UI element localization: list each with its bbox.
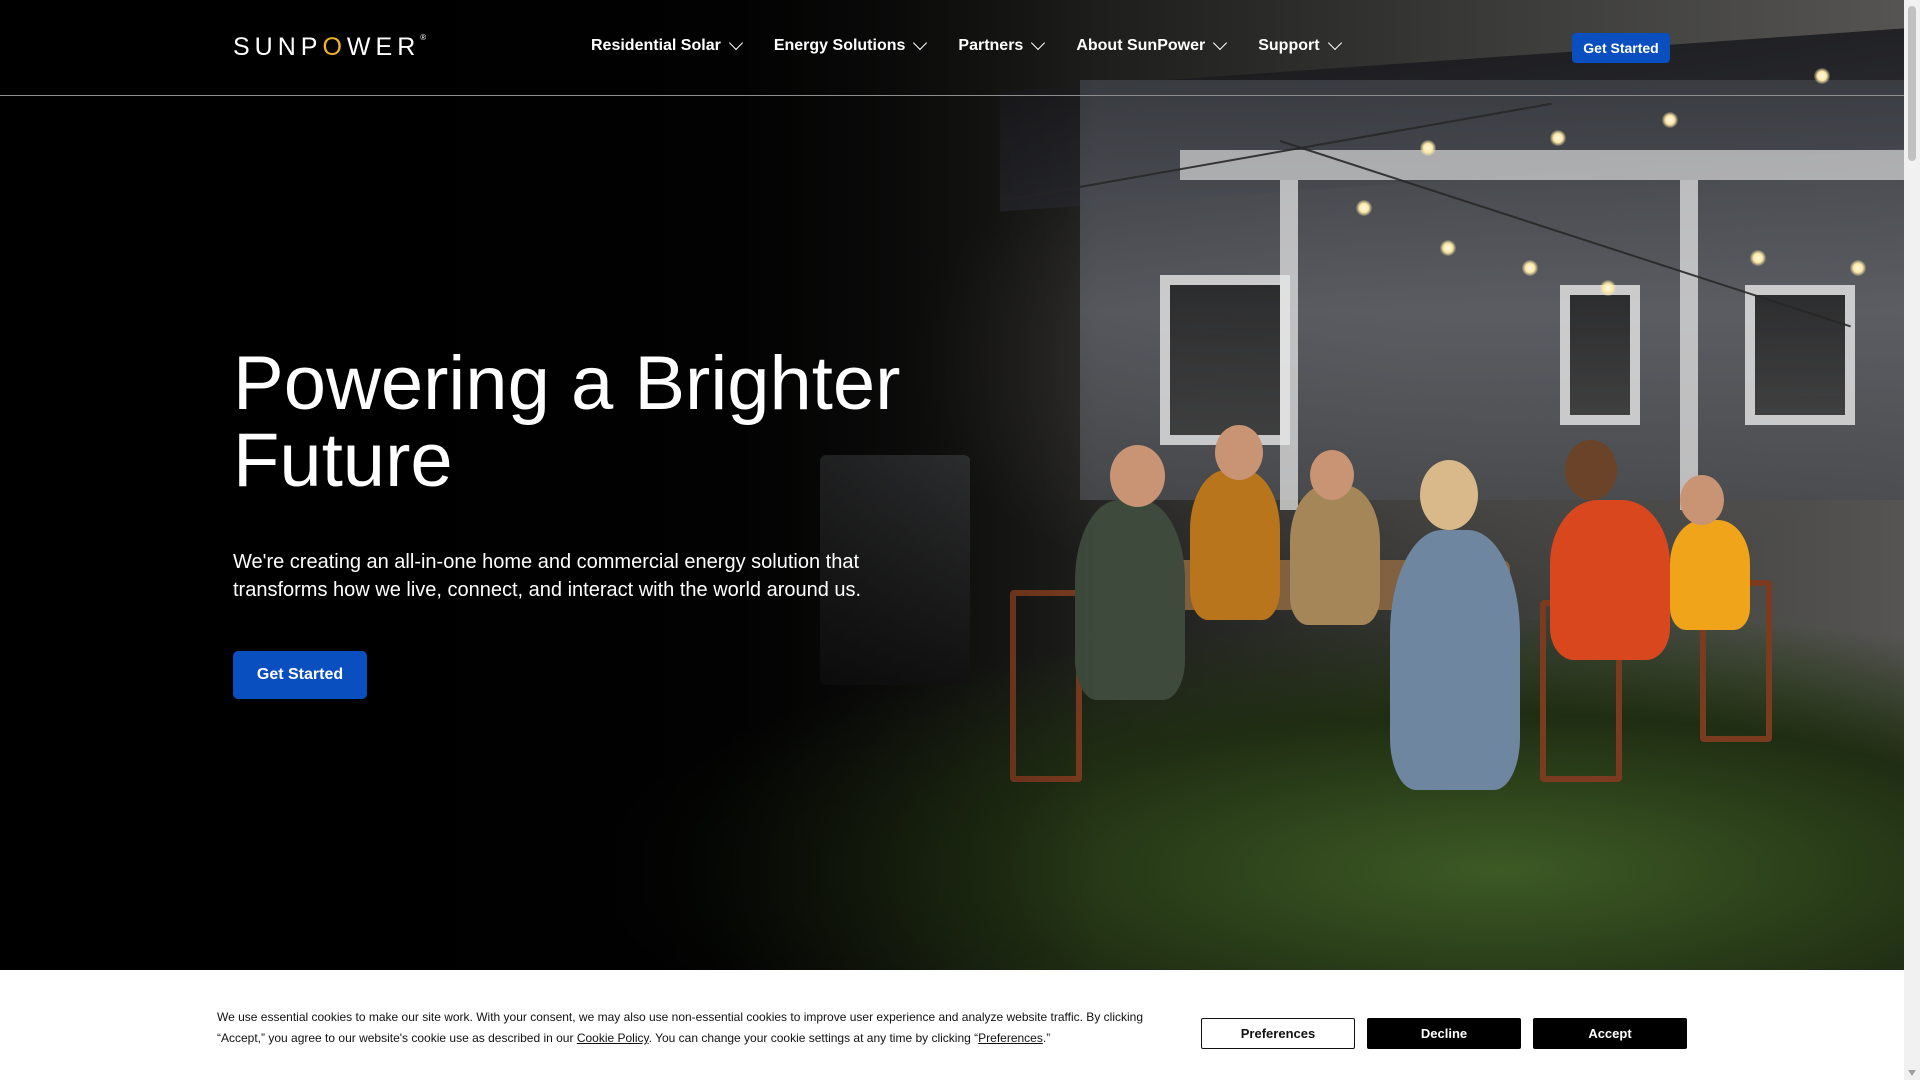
top-navigation: SUNPOWER® Residential Solar Energy Solut… — [0, 0, 1904, 96]
person-head — [1420, 460, 1478, 530]
string-light-bulb — [1850, 260, 1866, 276]
cookie-preferences-button[interactable]: Preferences — [1201, 1018, 1355, 1049]
preferences-link[interactable]: Preferences — [978, 1031, 1043, 1045]
sunpower-logo[interactable]: SUNPOWER® — [233, 33, 426, 62]
menu-item-label: About SunPower — [1076, 37, 1206, 54]
porch-roof — [1180, 150, 1904, 180]
string-light-bulb — [1662, 112, 1678, 128]
menu-item-label: Support — [1258, 37, 1320, 54]
menu-residential-solar[interactable]: Residential Solar — [591, 35, 743, 55]
logo-text-start: SUNP — [233, 33, 323, 61]
hero-title: Powering a Brighter Future — [233, 341, 901, 503]
logo-registered-mark: ® — [420, 32, 427, 42]
cookie-accept-button[interactable]: Accept — [1533, 1018, 1687, 1049]
house-window — [1560, 285, 1640, 425]
person-head — [1110, 445, 1165, 507]
person-head — [1215, 425, 1263, 480]
page-scrollbar[interactable] — [1904, 0, 1920, 1080]
house-window — [1160, 275, 1290, 445]
chevron-down-icon — [1031, 35, 1046, 51]
menu-energy-solutions[interactable]: Energy Solutions — [773, 35, 928, 55]
menu-support[interactable]: Support — [1258, 35, 1342, 55]
person — [1390, 530, 1520, 790]
person — [1190, 470, 1280, 620]
cookie-policy-link[interactable]: Cookie Policy — [577, 1031, 649, 1045]
person-head — [1680, 475, 1724, 525]
string-light-bulb — [1750, 250, 1766, 266]
cookie-decline-button[interactable]: Decline — [1367, 1018, 1521, 1049]
scrollbar-thumb[interactable] — [1908, 6, 1916, 161]
scroll-down-arrow-icon[interactable] — [1908, 1070, 1916, 1076]
cookie-message-text: .” — [1042, 1031, 1051, 1045]
chevron-down-icon — [913, 35, 928, 51]
main-menu: Residential Solar Energy Solutions Partn… — [591, 35, 1373, 55]
person-head — [1310, 450, 1354, 500]
chevron-down-icon — [1327, 35, 1342, 51]
string-light-bulb — [1356, 200, 1372, 216]
menu-partners[interactable]: Partners — [958, 35, 1046, 55]
menu-item-label: Energy Solutions — [773, 37, 906, 54]
cookie-message-text: . You can change your cookie settings at… — [648, 1031, 979, 1045]
string-light-bulb — [1420, 140, 1436, 156]
house-window — [1745, 285, 1855, 425]
nav-get-started-button[interactable]: Get Started — [1572, 33, 1670, 63]
string-light-bulb — [1440, 240, 1456, 256]
person — [1290, 485, 1380, 625]
hero-get-started-button[interactable]: Get Started — [233, 651, 367, 699]
string-light-bulb — [1550, 130, 1566, 146]
person — [1550, 500, 1670, 660]
logo-sun-o: O — [322, 33, 347, 61]
string-light-bulb — [1522, 260, 1538, 276]
cookie-message: We use essential cookies to make our sit… — [217, 1007, 1147, 1049]
chevron-down-icon — [1213, 35, 1228, 51]
menu-about-sunpower[interactable]: About SunPower — [1076, 35, 1228, 55]
string-light-bulb — [1600, 280, 1616, 296]
menu-item-label: Residential Solar — [591, 37, 721, 54]
person — [1670, 520, 1750, 630]
hero-subtitle: We're creating an all-in-one home and co… — [233, 551, 862, 601]
menu-item-label: Partners — [958, 37, 1024, 54]
logo-text-end: WER — [346, 33, 421, 61]
porch-post — [1680, 180, 1698, 510]
person-head — [1565, 440, 1617, 500]
chevron-down-icon — [728, 35, 743, 51]
